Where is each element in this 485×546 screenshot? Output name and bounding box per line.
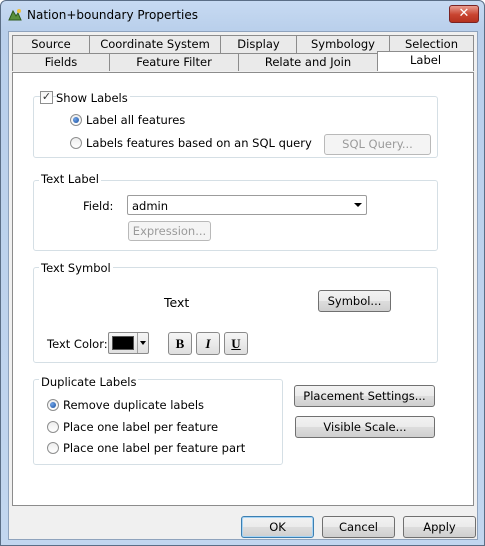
text-label-group — [33, 180, 438, 251]
symbol-button[interactable]: Symbol... — [318, 290, 391, 312]
italic-button[interactable]: I — [196, 332, 220, 355]
field-dropdown[interactable]: admin — [127, 195, 367, 215]
underline-button[interactable]: U — [224, 332, 248, 355]
chevron-down-icon — [140, 341, 146, 345]
text-color-picker[interactable] — [108, 332, 149, 354]
picker-divider — [137, 333, 138, 353]
text-preview: Text — [164, 295, 190, 310]
ok-button[interactable]: OK — [241, 516, 314, 538]
text-color-label: Text Color: — [47, 337, 108, 351]
close-button[interactable]: ✕ — [449, 5, 479, 23]
dialog-body: Source Coordinate System Display Symbolo… — [8, 31, 478, 540]
tab-fields[interactable]: Fields — [12, 53, 110, 71]
placement-settings-button[interactable]: Placement Settings... — [294, 385, 435, 407]
show-labels-label: Show Labels — [56, 91, 130, 105]
cancel-button[interactable]: Cancel — [322, 516, 395, 538]
tab-source[interactable]: Source — [12, 35, 90, 53]
remove-duplicates-radio[interactable] — [47, 399, 59, 411]
sql-query-button[interactable]: SQL Query... — [324, 134, 431, 155]
title-bar[interactable]: Nation+boundary Properties ✕ — [1, 1, 484, 29]
text-symbol-title: Text Symbol — [39, 261, 113, 275]
label-sql-radio[interactable] — [70, 137, 82, 149]
visible-scale-button[interactable]: Visible Scale... — [295, 416, 435, 438]
bold-button[interactable]: B — [168, 332, 192, 355]
show-labels-checkbox[interactable]: ✓ — [40, 91, 53, 104]
tab-symbology[interactable]: Symbology — [296, 35, 390, 53]
field-label: Field: — [83, 199, 114, 213]
tab-feature-filter[interactable]: Feature Filter — [109, 53, 239, 71]
one-per-feature-label: Place one label per feature — [63, 420, 219, 434]
window-title: Nation+boundary Properties — [27, 8, 199, 22]
field-dropdown-value: admin — [132, 199, 169, 213]
remove-duplicates-label: Remove duplicate labels — [63, 398, 205, 412]
tab-relate-and-join[interactable]: Relate and Join — [238, 53, 378, 71]
label-all-radio[interactable] — [70, 114, 82, 126]
chevron-down-icon — [354, 203, 362, 207]
tab-label[interactable]: Label — [377, 51, 474, 71]
one-per-part-radio[interactable] — [47, 442, 59, 454]
properties-dialog: Nation+boundary Properties ✕ Source Coor… — [0, 0, 485, 546]
tab-coordinate-system[interactable]: Coordinate System — [89, 35, 221, 53]
apply-button[interactable]: Apply — [403, 516, 476, 538]
expression-button[interactable]: Expression... — [128, 221, 211, 241]
label-tab-panel: ✓ Show Labels Label all features Labels … — [12, 72, 474, 506]
one-per-feature-radio[interactable] — [47, 421, 59, 433]
tab-display[interactable]: Display — [220, 35, 297, 53]
color-swatch — [112, 336, 134, 350]
text-label-title: Text Label — [39, 172, 101, 186]
label-all-label: Label all features — [86, 113, 186, 127]
duplicate-labels-title: Duplicate Labels — [39, 375, 139, 389]
layer-icon — [8, 9, 22, 21]
one-per-part-label: Place one label per feature part — [63, 441, 246, 455]
label-sql-label: Labels features based on an SQL query — [86, 136, 312, 150]
